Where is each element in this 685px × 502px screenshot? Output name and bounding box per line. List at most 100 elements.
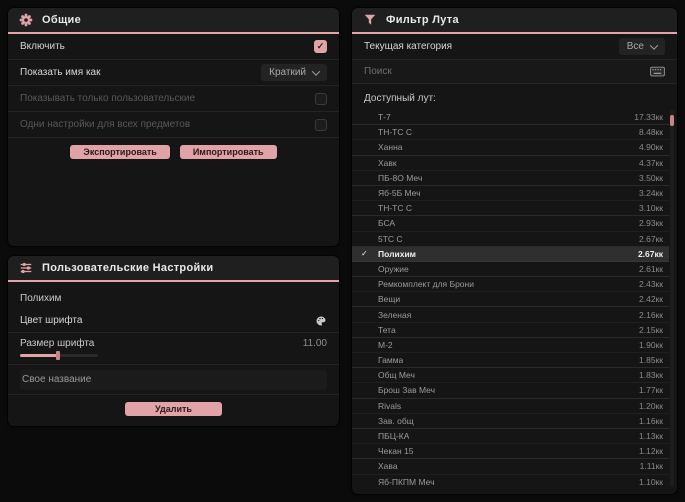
font-size-value: 11.00 [302,338,327,349]
loot-item-row[interactable]: Гамма 1.85кк [352,353,669,369]
loot-item-value: 8.48кк [639,127,663,138]
loot-item-name: Зеленая [378,309,412,320]
loot-item-row[interactable]: Чекан 15 1.12кк [352,444,669,460]
only-custom-label: Показывать только пользовательские [20,93,195,104]
loot-item-row[interactable]: Rivals 1.20кк [352,399,669,414]
loot-item-name: БСА [378,218,396,229]
gear-icon [19,13,33,27]
import-button[interactable]: Импортировать [179,145,277,159]
export-button[interactable]: Экспортировать [70,145,170,159]
export-import-row: Экспортировать Импортировать [8,145,339,159]
slider-fill [20,354,58,357]
loot-item-value: 1.12кк [639,446,663,457]
category-label: Текущая категория [364,41,453,52]
category-dropdown[interactable]: Все [618,38,665,55]
loot-item-name: Тета [378,324,396,335]
delete-row: Удалить [8,402,339,416]
loot-item-row[interactable]: ПБ-8О Меч 3.50кк [352,171,669,186]
loot-item-name: Гамма [378,355,404,366]
loot-item-value: 1.16кк [639,415,663,426]
display-name-label: Показать имя как [20,67,101,78]
loot-item-value: 1.13кк [639,431,663,442]
loot-item-row[interactable]: ТН-ТС С 8.48кк [352,125,669,141]
loot-item-row[interactable]: М-2 1.90кк [352,338,669,353]
loot-item-name: Ханна [378,142,403,153]
loot-item-value: 1.20кк [639,400,663,411]
loot-item-value: 2.67кк [639,233,663,244]
loot-item-row[interactable]: Зав. общ 1.16кк [352,414,669,429]
only-custom-checkbox [315,92,327,105]
loot-item-row[interactable]: Хавк 4.37кк [352,156,669,171]
slider-handle[interactable] [56,351,60,360]
loot-item-name: Яб-5Б Меч [378,188,421,199]
chevron-down-icon [311,66,321,76]
loot-item-row[interactable]: Хава 1.11кк [352,459,669,475]
sliders-icon [19,261,33,275]
font-size-block: Размер шрифта 11.00 [8,333,339,365]
loot-item-name: Хавк [378,157,397,168]
enable-checkbox[interactable]: ✓ [314,40,327,53]
keyboard-icon[interactable] [650,66,665,77]
shared-settings-checkbox [315,118,327,131]
loot-item-value: 2.15кк [639,324,663,335]
search-input[interactable] [364,66,650,77]
display-name-dropdown[interactable]: Краткий [261,64,327,81]
loot-item-value: 1.90кк [639,339,663,350]
loot-item-row[interactable]: Ханна 4.90кк [352,140,669,156]
panel-title: Фильтр Лута [386,14,459,26]
loot-filter-header: Фильтр Лута [352,8,677,34]
loot-item-row[interactable]: БСА 2.93кк [352,216,669,232]
loot-filter-panel: Фильтр Лута Текущая категория Все Доступ… [352,8,677,494]
chevron-down-icon [649,40,659,50]
custom-name-input[interactable] [20,369,327,390]
loot-item-row[interactable]: 5ТС С 2.67кк [352,232,669,247]
display-name-value: Краткий [269,67,306,78]
loot-item-row[interactable]: Яб-5Б Меч 3.24кк [352,186,669,202]
category-value: Все [626,41,644,52]
general-panel-header: Общие [8,8,339,34]
loot-item-row[interactable]: Общ Меч 1.83кк [352,368,669,384]
loot-item-row[interactable]: ТН-ТС С 3.10кк [352,201,669,217]
available-loot-label: Доступный лут: [364,93,436,104]
font-size-slider[interactable] [20,351,98,360]
loot-item-row[interactable]: Брош Зав Меч 1.77кк [352,383,669,399]
loot-item-value: 3.24кк [639,188,663,199]
loot-item-value: 2.42кк [639,294,663,305]
loot-item-row[interactable]: Зеленая 2.16кк [352,307,669,323]
font-color-row: Цвет шрифта [8,309,339,333]
loot-item-row[interactable]: ПБЦ-КА 1.13кк [352,429,669,445]
loot-item-value: 17.33кк [634,112,663,123]
enable-label: Включить [20,41,65,52]
scrollbar-thumb[interactable] [670,115,674,126]
loot-item-row[interactable]: ✓ Полихим 2.67кк [352,246,669,262]
custom-settings-panel: Пользовательские Настройки Полихим Цвет … [8,256,339,426]
loot-item-name: Rivals [378,400,402,411]
loot-item-name: Зав. общ [378,415,414,426]
display-name-row: Показать имя как Краткий [8,60,339,86]
loot-item-value: 1.10кк [639,476,663,487]
loot-item-value: 2.43кк [639,279,663,290]
loot-item-row[interactable]: Вещи 2.42кк [352,292,669,308]
loot-item-value: 1.11кк [639,461,663,472]
loot-item-row[interactable]: Т-7 17.33кк [352,110,669,126]
loot-item-row[interactable]: Оружие 2.61кк [352,262,669,278]
loot-item-row[interactable]: Ремкомплект для Брони 2.43кк [352,277,669,293]
shared-settings-row: Одни настройки для всех предметов [8,112,339,138]
loot-item-row[interactable]: Тета 2.15кк [352,323,669,338]
shared-settings-label: Одни настройки для всех предметов [20,119,191,130]
loot-item-name: ТН-ТС С [378,127,412,138]
palette-icon[interactable] [314,314,327,327]
loot-item-value: 1.83кк [639,370,663,381]
loot-item-value: 4.90кк [639,142,663,153]
loot-item-name: Оружие [378,263,409,274]
panel-title: Общие [42,14,82,26]
loot-item-name: ТН-ТС С [378,203,412,214]
loot-item-name: Т-7 [378,112,391,123]
delete-button[interactable]: Удалить [125,402,222,416]
loot-list-scrollbar[interactable] [670,110,674,487]
loot-item-value: 1.77кк [639,385,663,396]
only-custom-row: Показывать только пользовательские [8,86,339,112]
loot-item-name: Яб-ПКПМ Меч [378,476,435,487]
loot-item-row[interactable]: Яб-ПКПМ Меч 1.10кк [352,475,669,488]
loot-item-value: 4.37кк [639,157,663,168]
